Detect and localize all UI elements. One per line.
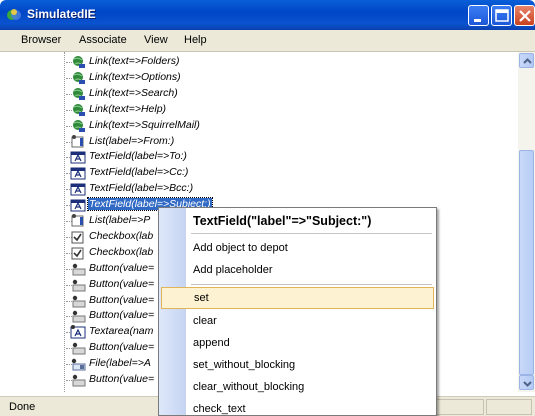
menu-item-label: set_without_blocking — [193, 359, 296, 371]
window-title: SimulatedIE — [27, 7, 96, 21]
menu-item-clear-without-blocking[interactable]: clear_without_blocking — [159, 376, 436, 398]
link-icon — [70, 71, 86, 85]
button-icon — [70, 309, 86, 323]
tree-row-label: List(label=>From:) — [89, 134, 175, 147]
status-text: Done — [9, 401, 36, 413]
minimize-icon — [474, 19, 481, 22]
link-icon — [70, 55, 86, 69]
vertical-scrollbar[interactable] — [518, 52, 535, 392]
menu-item-label: append — [193, 337, 230, 349]
context-menu-title: TextField("label"=>"Subject:") — [193, 214, 372, 228]
file-icon — [70, 357, 86, 371]
textfield-icon — [70, 182, 86, 196]
tree-row-label: Checkbox(lab — [89, 245, 154, 258]
tree-row-label: Button(value= — [89, 341, 155, 354]
tree-row[interactable]: Link(text=>Folders) — [66, 54, 366, 70]
menu-associate[interactable]: Associate — [79, 34, 127, 46]
chevron-down-icon — [523, 381, 532, 387]
tree-row-label: Link(text=>Search) — [89, 86, 178, 99]
button-icon — [70, 294, 86, 308]
menu-help[interactable]: Help — [184, 34, 207, 46]
context-menu: TextField("label"=>"Subject:") Add objec… — [158, 207, 437, 416]
menu-separator — [191, 233, 432, 234]
menu-item-set[interactable]: set — [161, 287, 434, 309]
button-icon — [70, 341, 86, 355]
tree-row[interactable]: List(label=>From:) — [66, 134, 366, 150]
tree-row[interactable]: Link(text=>SquirrelMail) — [66, 118, 366, 134]
tree-row[interactable]: TextField(label=>Cc:) — [66, 165, 366, 181]
app-icon — [6, 7, 22, 23]
tree-row-label: File(label=>A — [89, 357, 151, 370]
menu-item-label: set — [194, 292, 209, 304]
tree-row-label: TextField(label=>Cc:) — [89, 166, 189, 179]
maximize-icon — [495, 9, 509, 22]
menu-bar: Browser Associate View Help — [0, 30, 535, 52]
tree-row[interactable]: TextField(label=>Bcc:) — [66, 181, 366, 197]
textfield-icon — [70, 150, 86, 164]
list-icon — [70, 134, 86, 149]
minimize-button[interactable] — [468, 5, 489, 26]
button-icon — [70, 262, 86, 276]
menu-item-label: clear — [193, 315, 217, 327]
menu-item-append[interactable]: append — [159, 332, 436, 354]
close-icon — [519, 10, 531, 22]
menu-item-check-text[interactable]: check_text — [159, 398, 436, 415]
menu-item-label: Add object to depot — [193, 242, 288, 254]
tree-row-label: Button(value= — [89, 309, 155, 322]
menu-item-add-object-to-depot[interactable]: Add object to depot — [159, 237, 436, 259]
textarea-icon — [70, 325, 86, 339]
menu-browser[interactable]: Browser — [21, 34, 61, 46]
textfield-icon — [70, 166, 86, 180]
link-icon — [70, 119, 86, 133]
link-icon — [70, 103, 86, 117]
tree-row-label: Link(text=>SquirrelMail) — [89, 118, 200, 131]
button-icon — [70, 373, 86, 387]
button-icon — [70, 278, 86, 292]
checkbox-icon — [70, 246, 86, 260]
menu-item-label: check_text — [193, 403, 246, 415]
tree-row-label: Link(text=>Help) — [89, 102, 167, 115]
tree-guide-line — [64, 52, 65, 392]
scroll-down-button[interactable] — [519, 375, 534, 390]
menu-item-clear[interactable]: clear — [159, 310, 436, 332]
chevron-up-icon — [523, 58, 532, 64]
menu-item-set-without-blocking[interactable]: set_without_blocking — [159, 354, 436, 376]
scroll-thumb[interactable] — [519, 150, 534, 375]
tree-row[interactable]: Link(text=>Help) — [66, 102, 366, 118]
tree-row-label: Link(text=>Folders) — [89, 55, 180, 67]
tree-row[interactable]: Link(text=>Options) — [66, 70, 366, 86]
menu-item-add-placeholder[interactable]: Add placeholder — [159, 259, 436, 281]
menu-item-label: clear_without_blocking — [193, 381, 305, 393]
tree-row-label: Link(text=>Options) — [89, 70, 181, 83]
tree-row-label: Textarea(nam — [89, 325, 154, 338]
textfield-icon — [70, 198, 86, 212]
checkbox-icon — [70, 230, 86, 244]
tree-row-label: TextField(label=>Bcc:) — [89, 182, 194, 195]
tree-row[interactable]: TextField(label=>To:) — [66, 149, 366, 165]
tree-row-label: Checkbox(lab — [89, 229, 154, 242]
close-button[interactable] — [514, 5, 535, 26]
tree-row-label: List(label=>P — [89, 214, 151, 226]
menu-separator — [191, 284, 432, 285]
scroll-up-button[interactable] — [519, 53, 534, 68]
list-icon — [70, 214, 86, 228]
menu-view[interactable]: View — [144, 34, 168, 46]
status-panel — [486, 399, 532, 415]
menu-item-label: Add placeholder — [193, 264, 273, 276]
tree-row[interactable]: Link(text=>Search) — [66, 86, 366, 102]
link-icon — [70, 87, 86, 101]
tree-row-label: Button(value= — [89, 277, 155, 290]
tree-row-label: Button(value= — [89, 293, 155, 306]
tree-row-label: Button(value= — [89, 373, 155, 385]
maximize-button[interactable] — [491, 5, 512, 26]
title-bar[interactable]: SimulatedIE — [0, 0, 535, 30]
status-panel — [436, 399, 484, 415]
tree-row-label: Button(value= — [89, 261, 155, 274]
tree-row-label: TextField(label=>To:) — [89, 150, 187, 163]
